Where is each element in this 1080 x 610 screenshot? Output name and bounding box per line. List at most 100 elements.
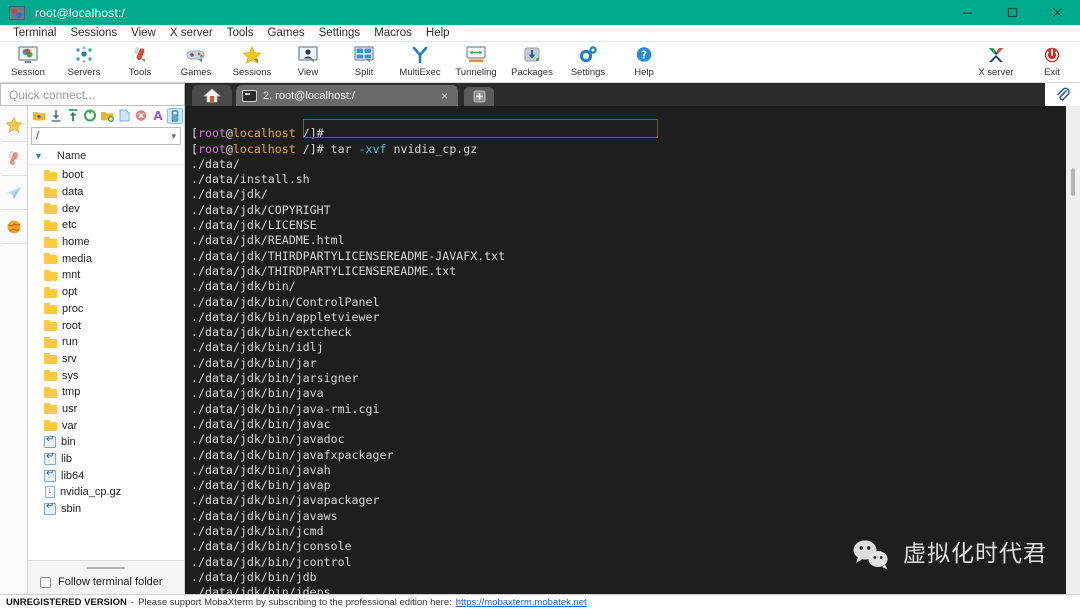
globe-macros-icon xyxy=(7,220,20,233)
file-path-combobox[interactable]: / ▾ xyxy=(31,127,181,145)
toolbar-multiexec[interactable]: MultiExec xyxy=(392,42,448,83)
menu-games[interactable]: Games xyxy=(261,25,312,42)
upload-icon[interactable] xyxy=(65,108,81,124)
file-path-value: / xyxy=(36,130,40,142)
toolbar-x-server[interactable]: X server xyxy=(968,42,1024,83)
terminal-output-line: ./data/ xyxy=(191,156,240,171)
svg-text:A: A xyxy=(153,109,163,122)
wechat-icon xyxy=(853,540,888,570)
rail-macros[interactable] xyxy=(0,210,27,244)
file-row-boot[interactable]: boot xyxy=(28,167,184,184)
toolbar-settings[interactable]: Settings xyxy=(560,42,616,83)
quick-connect-and-tabs-row: Quick connect... 2. root@localhost:/ × xyxy=(0,83,1080,106)
file-row-lib[interactable]: lib xyxy=(28,451,184,468)
file-row-data[interactable]: data xyxy=(28,184,184,201)
menu-help[interactable]: Help xyxy=(419,25,457,42)
menu-x-server[interactable]: X server xyxy=(163,25,220,42)
file-row-label: tmp xyxy=(62,386,81,399)
toolbar-split[interactable]: Split xyxy=(336,42,392,83)
file-row-mnt[interactable]: mnt xyxy=(28,267,184,284)
file-row-root[interactable]: root xyxy=(28,317,184,334)
toolbar-servers[interactable]: Servers xyxy=(56,42,112,83)
menu-settings[interactable]: Settings xyxy=(312,25,368,42)
toolbar-tunneling[interactable]: Tunneling xyxy=(448,42,504,83)
download-icon[interactable] xyxy=(48,108,64,124)
toolbar-packages[interactable]: Packages xyxy=(504,42,560,83)
maximize-button[interactable] xyxy=(990,0,1035,25)
file-row-srv[interactable]: srv xyxy=(28,351,184,368)
file-row-home[interactable]: home xyxy=(28,234,184,251)
new-tab-button[interactable] xyxy=(464,87,494,106)
folder-icon xyxy=(44,336,57,348)
terminal-scrollbar[interactable] xyxy=(1065,106,1080,594)
toolbar-x-server-label: X server xyxy=(978,67,1014,78)
file-row-etc[interactable]: etc xyxy=(28,217,184,234)
file-row-label: etc xyxy=(62,219,77,232)
toolbar-games[interactable]: Games xyxy=(168,42,224,83)
toolbar-session[interactable]: Session xyxy=(0,42,56,83)
file-row-proc[interactable]: proc xyxy=(28,301,184,318)
menu-view[interactable]: View xyxy=(124,25,163,42)
terminal-tab-close-icon[interactable]: × xyxy=(437,89,452,103)
folder-icon xyxy=(44,386,57,398)
quick-connect-input[interactable]: Quick connect... xyxy=(0,83,185,106)
file-list-header[interactable]: ▼ Name xyxy=(28,148,184,165)
file-row-var[interactable]: var xyxy=(28,417,184,434)
unregistered-badge: UNREGISTERED VERSION xyxy=(6,597,127,608)
mobaxterm-link[interactable]: https://mobaxterm.mobatek.net xyxy=(456,597,587,608)
rail-tools[interactable] xyxy=(0,142,27,176)
file-row-dev[interactable]: dev xyxy=(28,200,184,217)
new-file-icon[interactable] xyxy=(116,108,132,124)
file-row-lib64[interactable]: lib64 xyxy=(28,467,184,484)
paperclip-icon xyxy=(1056,87,1070,100)
delete-icon[interactable] xyxy=(133,108,149,124)
close-button[interactable] xyxy=(1035,0,1080,25)
file-list[interactable]: boot data dev etc home media mnt opt pro… xyxy=(28,165,184,560)
follow-terminal-folder-checkbox[interactable]: Follow terminal folder xyxy=(28,576,184,588)
file-row-tmp[interactable]: tmp xyxy=(28,384,184,401)
scrollbar-thumb[interactable] xyxy=(1071,168,1075,196)
menu-terminal[interactable]: Terminal xyxy=(6,25,63,42)
split-icon xyxy=(352,44,376,65)
file-row-usr[interactable]: usr xyxy=(28,401,184,418)
terminal-output-line: ./data/jdk/bin/ xyxy=(191,279,296,294)
terminal-output-line: ./data/jdk/README.html xyxy=(191,233,345,248)
file-row-run[interactable]: run xyxy=(28,334,184,351)
toolbar-sessions[interactable]: Sessions xyxy=(224,42,280,83)
quick-connect-placeholder: Quick connect... xyxy=(9,87,96,102)
toolbar-tools[interactable]: Tools xyxy=(112,42,168,83)
refresh-icon[interactable] xyxy=(82,108,98,124)
new-folder-icon[interactable] xyxy=(99,108,115,124)
checkbox-box[interactable] xyxy=(40,576,51,588)
terminal-line-command: [root@localhost /]# tar -xvf nvidia_cp.g… xyxy=(191,141,478,156)
menu-macros[interactable]: Macros xyxy=(367,25,419,42)
menu-sessions[interactable]: Sessions xyxy=(63,25,124,42)
menu-tools[interactable]: Tools xyxy=(220,25,261,42)
toolbar-view[interactable]: View xyxy=(280,42,336,83)
session-icon xyxy=(16,44,40,65)
toolbar-help[interactable]: ? Help xyxy=(616,42,672,83)
binary-mode-icon[interactable] xyxy=(167,107,183,124)
terminal-tab[interactable]: 2. root@localhost:/ × xyxy=(236,85,458,106)
file-row-opt[interactable]: opt xyxy=(28,284,184,301)
home-tab[interactable] xyxy=(192,85,232,106)
file-row-nvidia-cp-gz[interactable]: nvidia_cp.gz xyxy=(28,484,184,501)
file-row-bin[interactable]: bin xyxy=(28,434,184,451)
toolbar-exit[interactable]: Exit xyxy=(1024,42,1080,83)
terminal-output[interactable]: [root@localhost /]# [root@localhost /]# … xyxy=(185,106,1065,594)
rail-favorites[interactable] xyxy=(0,108,27,142)
folder-icon xyxy=(44,286,57,298)
file-row-media[interactable]: media xyxy=(28,250,184,267)
parent-folder-icon[interactable] xyxy=(31,108,47,124)
packages-icon xyxy=(520,44,544,65)
text-mode-icon[interactable]: A xyxy=(150,108,166,124)
panel-resize-grip[interactable] xyxy=(87,567,125,569)
symlink-icon xyxy=(44,451,56,466)
file-row-sys[interactable]: sys xyxy=(28,367,184,384)
toolbar-right-group: X server Exit xyxy=(968,42,1080,83)
terminal-output-line: ./data/jdk/bin/javadoc xyxy=(191,432,345,447)
window-title: root@localhost:/ xyxy=(35,5,126,20)
minimize-button[interactable] xyxy=(945,0,990,25)
rail-sftp[interactable] xyxy=(0,176,27,210)
file-row-sbin[interactable]: sbin xyxy=(28,501,184,518)
